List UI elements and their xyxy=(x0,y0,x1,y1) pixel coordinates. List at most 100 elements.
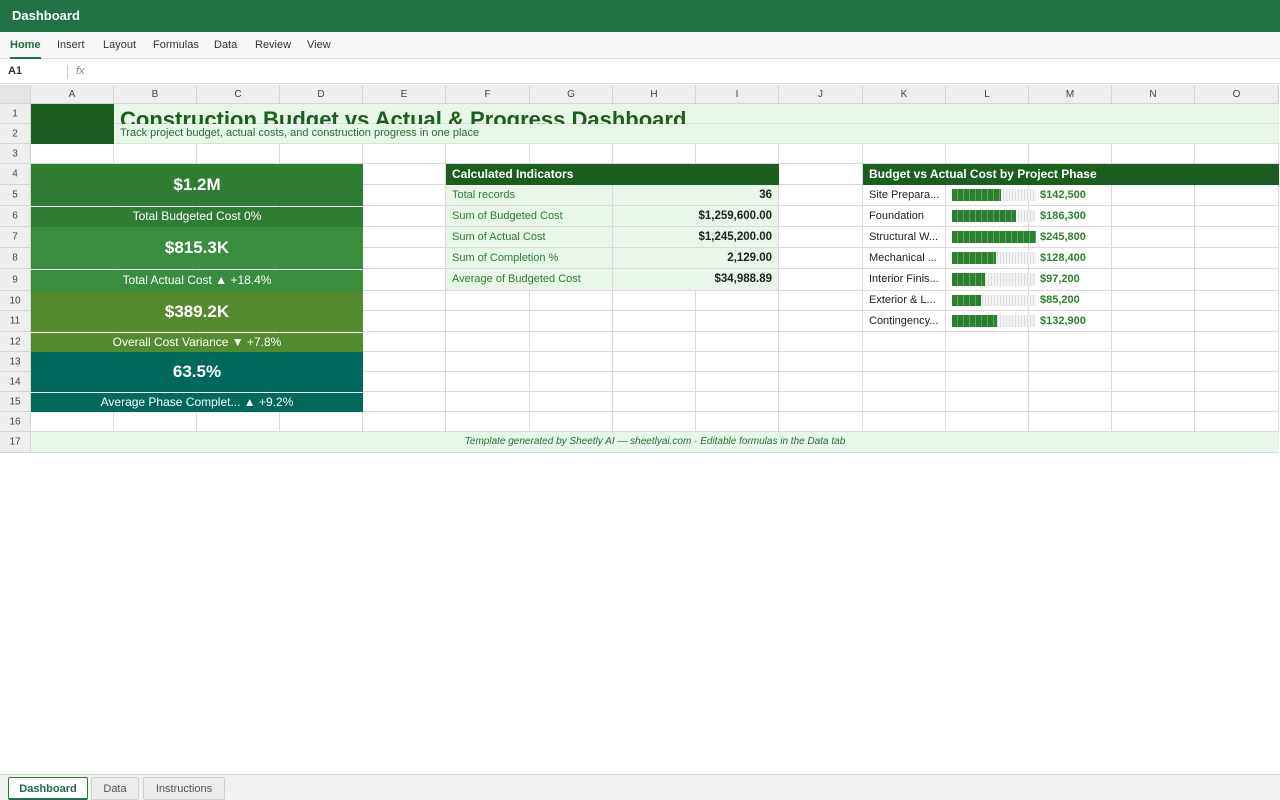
cell[interactable] xyxy=(530,352,613,372)
cell[interactable] xyxy=(1029,412,1112,432)
row-header-11[interactable]: 11 xyxy=(0,311,31,332)
cell[interactable] xyxy=(1195,227,1279,248)
cell[interactable] xyxy=(446,392,530,412)
column-header-l[interactable]: L xyxy=(946,85,1029,104)
cell[interactable] xyxy=(530,412,613,432)
cell[interactable] xyxy=(1029,352,1112,372)
cell[interactable] xyxy=(363,352,446,372)
cell[interactable] xyxy=(1195,311,1279,332)
cell[interactable] xyxy=(114,412,197,432)
ribbon-tab-insert[interactable]: Insert xyxy=(57,32,85,59)
ribbon-tab-home[interactable]: Home xyxy=(10,32,41,59)
cell[interactable] xyxy=(696,372,779,392)
cell[interactable] xyxy=(446,291,530,311)
cell[interactable] xyxy=(1195,392,1279,412)
column-header-g[interactable]: G xyxy=(530,85,613,104)
cell[interactable] xyxy=(363,248,446,269)
column-header-c[interactable]: C xyxy=(197,85,280,104)
column-header-f[interactable]: F xyxy=(446,85,530,104)
cell[interactable] xyxy=(1195,248,1279,269)
row-header-14[interactable]: 14 xyxy=(0,372,31,392)
cell[interactable] xyxy=(863,332,946,352)
cell[interactable] xyxy=(530,291,613,311)
cell[interactable] xyxy=(863,352,946,372)
cell[interactable] xyxy=(280,412,363,432)
cell[interactable] xyxy=(779,392,863,412)
cell[interactable] xyxy=(613,332,696,352)
cell[interactable] xyxy=(1112,311,1195,332)
cell[interactable] xyxy=(696,392,779,412)
column-header-h[interactable]: H xyxy=(613,85,696,104)
cell[interactable] xyxy=(530,392,613,412)
row-header-8[interactable]: 8 xyxy=(0,248,31,269)
cell[interactable] xyxy=(696,144,779,164)
cell[interactable] xyxy=(363,311,446,332)
cell[interactable] xyxy=(613,352,696,372)
cell[interactable] xyxy=(197,412,280,432)
cell[interactable] xyxy=(446,311,530,332)
column-header-o[interactable]: O xyxy=(1195,85,1279,104)
cell[interactable] xyxy=(1112,144,1195,164)
cell[interactable] xyxy=(779,144,863,164)
cell[interactable] xyxy=(779,412,863,432)
cell[interactable] xyxy=(530,332,613,352)
cell[interactable] xyxy=(1029,392,1112,412)
cell[interactable] xyxy=(696,311,779,332)
cell[interactable] xyxy=(779,269,863,291)
cell[interactable] xyxy=(530,311,613,332)
cell[interactable] xyxy=(946,332,1029,352)
cell[interactable] xyxy=(1029,144,1112,164)
column-header-a[interactable]: A xyxy=(31,85,114,104)
column-header-i[interactable]: I xyxy=(696,85,779,104)
cell[interactable] xyxy=(946,352,1029,372)
cell[interactable] xyxy=(363,206,446,227)
ribbon-tab-layout[interactable]: Layout xyxy=(103,32,136,59)
cell[interactable] xyxy=(779,206,863,227)
cell[interactable] xyxy=(1112,206,1195,227)
row-header-17[interactable]: 17 xyxy=(0,432,31,453)
cell[interactable] xyxy=(1112,372,1195,392)
column-header-k[interactable]: K xyxy=(863,85,946,104)
sheet-tab-dashboard[interactable]: Dashboard xyxy=(8,777,88,800)
cell[interactable] xyxy=(779,291,863,311)
cell[interactable] xyxy=(363,164,446,185)
row-header-10[interactable]: 10 xyxy=(0,291,31,311)
row-header-12[interactable]: 12 xyxy=(0,332,31,352)
sheet-tab-data[interactable]: Data xyxy=(91,777,139,800)
row-header-1[interactable]: 1 xyxy=(0,104,31,124)
cell[interactable] xyxy=(1195,372,1279,392)
cell[interactable] xyxy=(446,412,530,432)
cell[interactable] xyxy=(1195,352,1279,372)
cell[interactable] xyxy=(779,164,863,185)
cell[interactable] xyxy=(363,185,446,206)
cell[interactable] xyxy=(946,372,1029,392)
cell[interactable] xyxy=(696,412,779,432)
cell[interactable] xyxy=(779,227,863,248)
cell[interactable] xyxy=(363,332,446,352)
ribbon-tab-view[interactable]: View xyxy=(307,32,331,59)
column-header-j[interactable]: J xyxy=(779,85,863,104)
cell[interactable] xyxy=(613,291,696,311)
cell[interactable] xyxy=(446,372,530,392)
row-header-5[interactable]: 5 xyxy=(0,185,31,206)
cell[interactable] xyxy=(613,412,696,432)
cell[interactable] xyxy=(363,227,446,248)
cell[interactable] xyxy=(280,144,363,164)
row-header-4[interactable]: 4 xyxy=(0,164,31,185)
cell[interactable] xyxy=(696,291,779,311)
cell[interactable] xyxy=(1029,372,1112,392)
cell[interactable] xyxy=(446,352,530,372)
cell[interactable] xyxy=(363,291,446,311)
row-header-9[interactable]: 9 xyxy=(0,269,31,291)
cell[interactable] xyxy=(696,352,779,372)
column-header-b[interactable]: B xyxy=(114,85,197,104)
cell[interactable] xyxy=(1112,412,1195,432)
cell[interactable] xyxy=(1195,332,1279,352)
cell[interactable] xyxy=(779,185,863,206)
cell[interactable] xyxy=(1112,248,1195,269)
cell[interactable] xyxy=(863,412,946,432)
column-header-e[interactable]: E xyxy=(363,85,446,104)
ribbon-tab-review[interactable]: Review xyxy=(255,32,291,59)
row-header-13[interactable]: 13 xyxy=(0,352,31,372)
column-header-d[interactable]: D xyxy=(280,85,363,104)
